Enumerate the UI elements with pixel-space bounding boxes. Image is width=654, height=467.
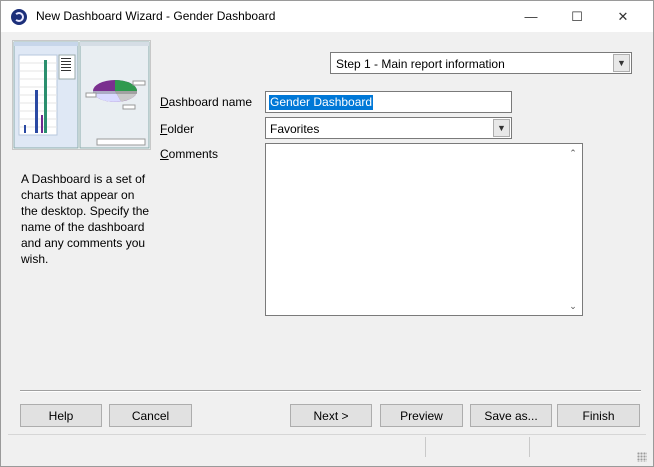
scroll-down-icon[interactable]: ⌄ <box>567 300 579 312</box>
status-divider <box>529 437 530 457</box>
status-divider <box>425 437 426 457</box>
step-selector-value: Step 1 - Main report information <box>336 57 505 71</box>
button-separator <box>20 390 641 392</box>
dashboard-preview-image <box>12 40 151 150</box>
folder-label: Folder <box>160 122 195 136</box>
folder-select[interactable]: Favorites ▼ <box>265 117 512 139</box>
next-button[interactable]: Next > <box>290 404 372 427</box>
dashboard-name-value: Gender Dashboard <box>269 95 374 110</box>
finish-button[interactable]: Finish <box>557 404 640 427</box>
save-as-button[interactable]: Save as... <box>470 404 552 427</box>
title-bar: New Dashboard Wizard - Gender Dashboard … <box>1 1 653 32</box>
dashboard-name-label: Dashboard name <box>160 95 253 109</box>
resize-grip-icon[interactable] <box>637 452 647 462</box>
folder-value: Favorites <box>270 122 320 136</box>
wizard-description: A Dashboard is a set of charts that appe… <box>21 172 150 266</box>
comments-label: Comments <box>160 147 219 161</box>
maximize-button[interactable]: ☐ <box>554 1 600 32</box>
chevron-down-icon[interactable]: ▼ <box>613 54 630 72</box>
help-button[interactable]: Help <box>20 404 102 427</box>
status-bar-panel <box>8 434 646 460</box>
app-logo-icon <box>11 9 27 25</box>
minimize-button[interactable]: — <box>508 1 554 32</box>
dialog-body: A Dashboard is a set of charts that appe… <box>1 32 653 466</box>
chevron-down-icon[interactable]: ▼ <box>493 119 510 137</box>
wizard-window: New Dashboard Wizard - Gender Dashboard … <box>0 0 654 467</box>
preview-button[interactable]: Preview <box>380 404 463 427</box>
status-bar <box>1 434 653 466</box>
scroll-up-icon[interactable]: ⌃ <box>567 147 579 159</box>
dashboard-name-input[interactable]: Gender Dashboard <box>265 91 512 113</box>
window-title: New Dashboard Wizard - Gender Dashboard <box>36 9 276 23</box>
cancel-button[interactable]: Cancel <box>109 404 192 427</box>
comments-textarea[interactable]: ⌃ ⌄ <box>265 143 583 316</box>
close-button[interactable]: ✕ <box>600 1 646 32</box>
step-selector[interactable]: Step 1 - Main report information ▼ <box>330 52 632 74</box>
